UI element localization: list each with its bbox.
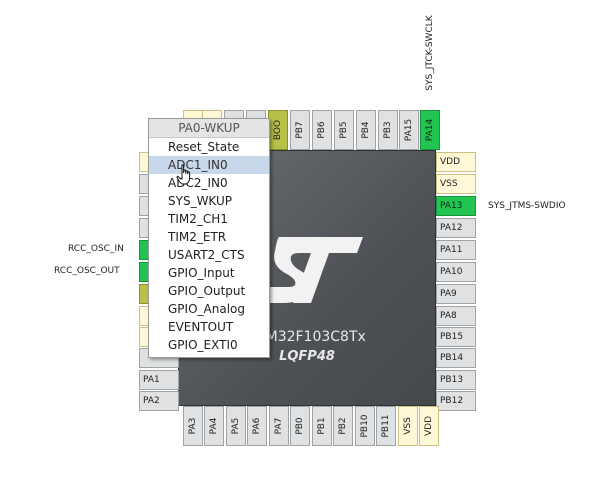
pin-pa6[interactable]: PA6 [247,406,267,446]
hand-cursor-icon [176,164,191,185]
pin-vss-right[interactable]: VSS [436,174,476,194]
menu-item-tim2-etr[interactable]: TIM2_ETR [149,228,269,246]
menu-item-adc2-in0[interactable]: ADC2_IN0 [149,174,269,192]
menu-item-eventout[interactable]: EVENTOUT [149,318,269,336]
pin-pa9[interactable]: PA9 [436,284,476,304]
signal-pa14: SYS_JTCK-SWCLK [425,15,435,91]
pin-pb12[interactable]: PB12 [436,391,476,411]
pin-pa8[interactable]: PA8 [436,306,476,326]
pin-pa1[interactable]: PA1 [139,370,179,390]
pin-pb2[interactable]: PB2 [333,406,353,446]
pin-pa12[interactable]: PA12 [436,218,476,238]
menu-title: PA0-WKUP [149,119,269,138]
pin-pa14[interactable]: PA14 [420,110,440,150]
pin-vdd-bottom[interactable]: VDD [419,406,439,446]
pin-pa13[interactable]: PA13 [436,196,476,216]
menu-item-gpio-analog[interactable]: GPIO_Analog [149,300,269,318]
pin-pb4[interactable]: PB4 [356,110,376,150]
pin-pb14[interactable]: PB14 [436,348,476,368]
pin-pa4[interactable]: PA4 [204,406,224,446]
menu-item-gpio-output[interactable]: GPIO_Output [149,282,269,300]
pin-pb3[interactable]: PB3 [378,110,398,150]
pin-context-menu: PA0-WKUP Reset_State ADC1_IN0 ADC2_IN0 S… [148,118,270,358]
menu-item-usart2-cts[interactable]: USART2_CTS [149,246,269,264]
pin-pa2[interactable]: PA2 [139,391,179,411]
signal-osc-out: RCC_OSC_OUT [54,266,120,276]
menu-item-adc1-in0[interactable]: ADC1_IN0 [149,156,269,174]
menu-item-sys-wkup[interactable]: SYS_WKUP [149,192,269,210]
pin-vss-bottom[interactable]: VSS [398,406,418,446]
pin-pb15[interactable]: PB15 [436,327,476,347]
pin-pa7[interactable]: PA7 [269,406,289,446]
signal-osc-in: RCC_OSC_IN [68,244,124,254]
menu-item-gpio-input[interactable]: GPIO_Input [149,264,269,282]
pin-pa5[interactable]: PA5 [226,406,246,446]
menu-item-tim2-ch1[interactable]: TIM2_CH1 [149,210,269,228]
pin-pb11[interactable]: PB11 [376,406,396,446]
pin-pa11[interactable]: PA11 [436,240,476,260]
pin-pb7[interactable]: PB7 [290,110,310,150]
pin-pb1[interactable]: PB1 [312,406,332,446]
pin-pb0[interactable]: PB0 [290,406,310,446]
signal-pa13: SYS_JTMS-SWDIO [488,201,566,211]
pin-pb13[interactable]: PB13 [436,370,476,390]
pin-pa15[interactable]: PA15 [399,110,419,150]
menu-item-reset-state[interactable]: Reset_State [149,138,269,156]
st-logo-icon [263,237,363,303]
pin-pb6[interactable]: PB6 [312,110,332,150]
menu-item-gpio-exti0[interactable]: GPIO_EXTI0 [149,336,269,354]
pin-pa10[interactable]: PA10 [436,262,476,282]
pin-boot0[interactable]: BOO [268,110,288,150]
pin-pb5[interactable]: PB5 [334,110,354,150]
pin-pb10[interactable]: PB10 [355,406,375,446]
pin-pa3[interactable]: PA3 [183,406,203,446]
pin-vdd-right[interactable]: VDD [436,152,476,172]
